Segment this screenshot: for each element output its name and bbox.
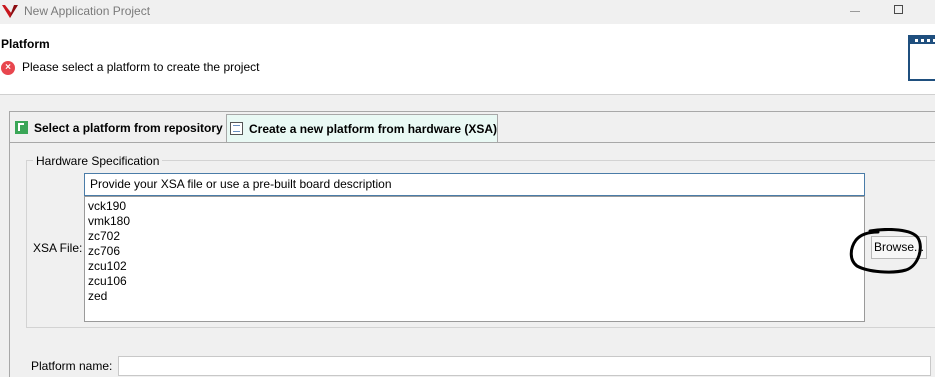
list-item[interactable]: zed (88, 289, 861, 304)
tab-label: Create a new platform from hardware (XSA… (249, 122, 498, 136)
window-title: New Application Project (24, 4, 151, 18)
application-window: New Application Project Platform × Pleas… (0, 0, 935, 377)
tab-create-platform-xsa[interactable]: Create a new platform from hardware (XSA… (226, 114, 498, 142)
platform-name-label: Platform name: (31, 359, 113, 373)
list-item[interactable]: zcu102 (88, 259, 861, 274)
list-item[interactable]: zc706 (88, 244, 861, 259)
list-item[interactable]: zcu106 (88, 274, 861, 289)
list-item[interactable]: vmk180 (88, 214, 861, 229)
error-icon: × (1, 61, 15, 75)
repository-icon (15, 121, 28, 134)
vitis-logo-icon (2, 5, 18, 18)
tab-select-platform-repository[interactable]: Select a platform from repository (10, 114, 226, 142)
minimize-icon[interactable] (850, 11, 860, 12)
xsa-file-label: XSA File: (33, 241, 83, 255)
page-title: Platform (1, 37, 50, 51)
wizard-header: Platform × Please select a platform to c… (0, 24, 935, 94)
error-message: Please select a platform to create the p… (22, 60, 260, 74)
xsa-file-input[interactable]: Provide your XSA file or use a pre-built… (84, 173, 865, 196)
group-label: Hardware Specification (33, 154, 163, 168)
title-bar: New Application Project (0, 0, 935, 24)
board-list[interactable]: vck190 vmk180 zc702 zc706 zcu102 zcu106 … (84, 196, 865, 322)
hardware-platform-icon (230, 122, 243, 135)
list-item[interactable]: vck190 (88, 199, 861, 214)
platform-name-input[interactable] (118, 356, 931, 376)
wizard-banner-icon (908, 35, 935, 81)
maximize-icon[interactable] (894, 5, 903, 14)
list-item[interactable]: zc702 (88, 229, 861, 244)
tab-label: Select a platform from repository (34, 121, 223, 135)
browse-button[interactable]: Browse... (871, 236, 927, 259)
header-separator (0, 94, 935, 95)
